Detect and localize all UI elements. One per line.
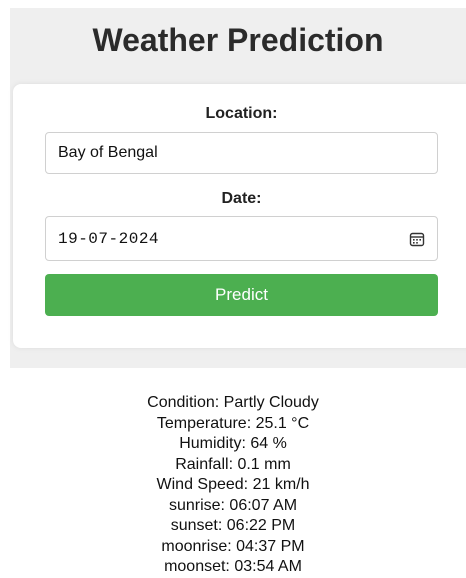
date-input[interactable]: 19-07-2024 [45,216,438,261]
page-title: Weather Prediction [92,22,384,58]
result-temperature: Temperature: 25.1 °C [156,414,310,432]
result-moonset: moonset: 03:54 AM [164,558,302,575]
result-condition: Condition: Partly Cloudy [147,394,319,411]
result-wind-speed: Wind Speed: 21 km/h [156,476,310,493]
result-rainfall: Rainfall: 0.1 mm [175,455,291,473]
result-moonrise: moonrise: 04:37 PM [161,537,305,555]
date-value: 19-07-2024 [58,230,160,248]
date-label: Date: [221,190,262,207]
result-sunset: sunset: 06:22 PM [170,517,296,534]
result-sunrise: sunrise: 06:07 AM [168,496,298,514]
predict-button[interactable]: Predict [45,274,438,316]
calendar-icon[interactable] [409,231,425,247]
results-panel: Condition: Partly Cloudy Temperature: 25… [0,393,466,578]
result-humidity: Humidity: 64 % [179,435,287,452]
location-label: Location: [205,105,278,122]
location-input[interactable] [45,132,438,174]
